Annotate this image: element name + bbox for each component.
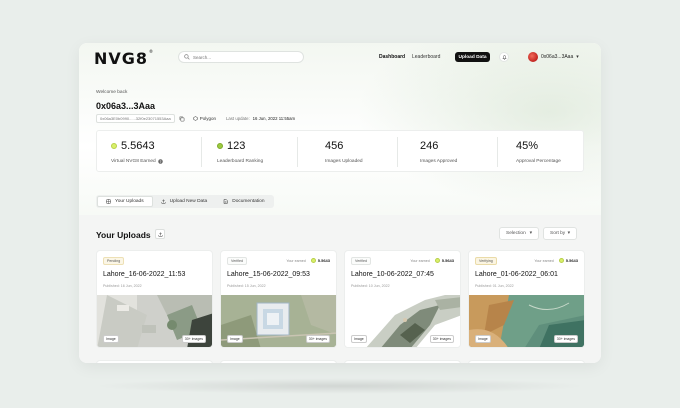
account-name: 0x06a3...3Aaa bbox=[541, 54, 574, 60]
document-icon bbox=[223, 199, 228, 204]
search-input[interactable] bbox=[193, 54, 293, 60]
card-title: Lahore_16-06-2022_11:53 bbox=[103, 271, 186, 278]
nav-leaderboard[interactable]: Leaderboard bbox=[412, 54, 440, 60]
welcome-text: Welcome back bbox=[96, 90, 128, 95]
app-window: NVG8® Dashboard Leaderboard Upload Data … bbox=[79, 43, 601, 363]
card-title: Lahore_10-06-2022_07:45 bbox=[351, 271, 434, 278]
image-type-tag: Image bbox=[475, 335, 491, 343]
quick-upload-button[interactable] bbox=[155, 229, 165, 239]
divider bbox=[497, 137, 498, 167]
chevron-down-icon: ▾ bbox=[529, 231, 532, 236]
chevron-down-icon: ▾ bbox=[567, 231, 570, 236]
card-date: Published: 15 Jun, 2022 bbox=[227, 284, 266, 288]
uploads-section: Your Uploads Selection ▾ Sort by ▾ Pending… bbox=[79, 215, 601, 363]
search-bar[interactable] bbox=[178, 51, 304, 63]
image-count-tag: 30+ images bbox=[553, 335, 578, 343]
upload-card[interactable]: Verifying Your earned 5.5643 Lahore_01-06… bbox=[468, 250, 585, 348]
last-update: Last update: 16 Jun, 2022 11:55am bbox=[226, 116, 296, 121]
tab-upload-new-data[interactable]: Upload New Data bbox=[153, 196, 216, 207]
card-date: Published: 01 Jun, 2022 bbox=[475, 284, 514, 288]
nvg8-coin-icon bbox=[111, 143, 117, 149]
status-badge: Verified bbox=[227, 257, 247, 265]
window-shadow bbox=[92, 378, 588, 394]
stats-panel: 5.5643 Virtual NVG8 Earned ? 123 Leaderb… bbox=[96, 130, 584, 172]
image-type-tag: Image bbox=[227, 335, 243, 343]
upload-icon bbox=[161, 199, 166, 204]
upload-data-button[interactable]: Upload Data bbox=[455, 52, 490, 62]
divider bbox=[201, 137, 202, 167]
rank-badge-icon bbox=[217, 143, 223, 149]
card-date: Published: 10 Jun, 2022 bbox=[351, 284, 390, 288]
sort-dropdown[interactable]: Sort by ▾ bbox=[543, 227, 577, 240]
earned-amount: Your earned 5.5643 bbox=[410, 258, 454, 263]
card-title: Lahore_15-06-2022_09:53 bbox=[227, 271, 310, 278]
account-menu[interactable]: 0x06a3...3Aaa ▾ bbox=[528, 52, 579, 62]
image-count-tag: 30+ images bbox=[429, 335, 454, 343]
network-badge: Polygon bbox=[192, 116, 216, 121]
upload-card-partial bbox=[220, 360, 337, 363]
image-type-tag: Image bbox=[351, 335, 367, 343]
upload-icon bbox=[158, 231, 162, 236]
upload-card[interactable]: Pending Lahore_16-06-2022_11:53 Publishe… bbox=[96, 250, 213, 348]
upload-card-partial bbox=[468, 360, 585, 363]
bell-icon bbox=[501, 54, 507, 60]
tab-bar: Your Uploads Upload New Data Documentati… bbox=[96, 195, 274, 208]
tab-documentation[interactable]: Documentation bbox=[215, 196, 272, 207]
wallet-meta: 0x06a3E0b0990......32f0e23071553Aaa Poly… bbox=[96, 114, 295, 123]
nvg8-coin-icon bbox=[558, 258, 564, 263]
status-badge: Pending bbox=[103, 257, 125, 265]
upload-card[interactable]: Verified Your earned 5.5643 Lahore_15-06-… bbox=[220, 250, 337, 348]
polygon-icon bbox=[192, 116, 198, 121]
nvg8-coin-icon bbox=[310, 258, 316, 263]
card-title: Lahore_01-06-2022_06:01 bbox=[475, 271, 558, 278]
nvg8-coin-icon bbox=[434, 258, 440, 263]
upload-card-partial bbox=[344, 360, 461, 363]
brand-logo[interactable]: NVG8® bbox=[94, 49, 154, 68]
grid-icon bbox=[106, 199, 111, 204]
divider bbox=[397, 137, 398, 167]
tab-your-uploads[interactable]: Your Uploads bbox=[97, 196, 153, 207]
selection-dropdown[interactable]: Selection ▾ bbox=[499, 227, 539, 240]
status-badge: Verifying bbox=[475, 257, 497, 265]
chevron-down-icon: ▾ bbox=[576, 54, 579, 60]
copy-icon[interactable] bbox=[179, 116, 185, 122]
upload-card[interactable]: Verified Your earned 5.5643 Lahore_10-06-… bbox=[344, 250, 461, 348]
image-type-tag: Image bbox=[103, 335, 119, 343]
divider bbox=[297, 137, 298, 167]
wallet-address: 0x06a3E0b0990......32f0e23071553Aaa bbox=[96, 114, 175, 123]
section-title: Your Uploads bbox=[96, 230, 151, 240]
earned-amount: Your earned 5.5643 bbox=[286, 258, 330, 263]
image-count-tag: 30+ images bbox=[181, 335, 206, 343]
status-badge: Verified bbox=[351, 257, 371, 265]
notifications-button[interactable] bbox=[499, 52, 509, 62]
upload-card-partial bbox=[96, 360, 213, 363]
info-icon[interactable]: ? bbox=[157, 159, 163, 164]
nav-dashboard[interactable]: Dashboard bbox=[379, 54, 405, 60]
header-background bbox=[79, 43, 601, 215]
svg-text:?: ? bbox=[159, 160, 161, 164]
search-icon bbox=[184, 54, 190, 60]
image-count-tag: 30+ images bbox=[305, 335, 330, 343]
card-date: Published: 16 Jun, 2022 bbox=[103, 284, 142, 288]
page-title: 0x06a3...3Aaa bbox=[96, 101, 156, 111]
earned-amount: Your earned 5.5643 bbox=[534, 258, 578, 263]
avatar bbox=[528, 52, 538, 62]
